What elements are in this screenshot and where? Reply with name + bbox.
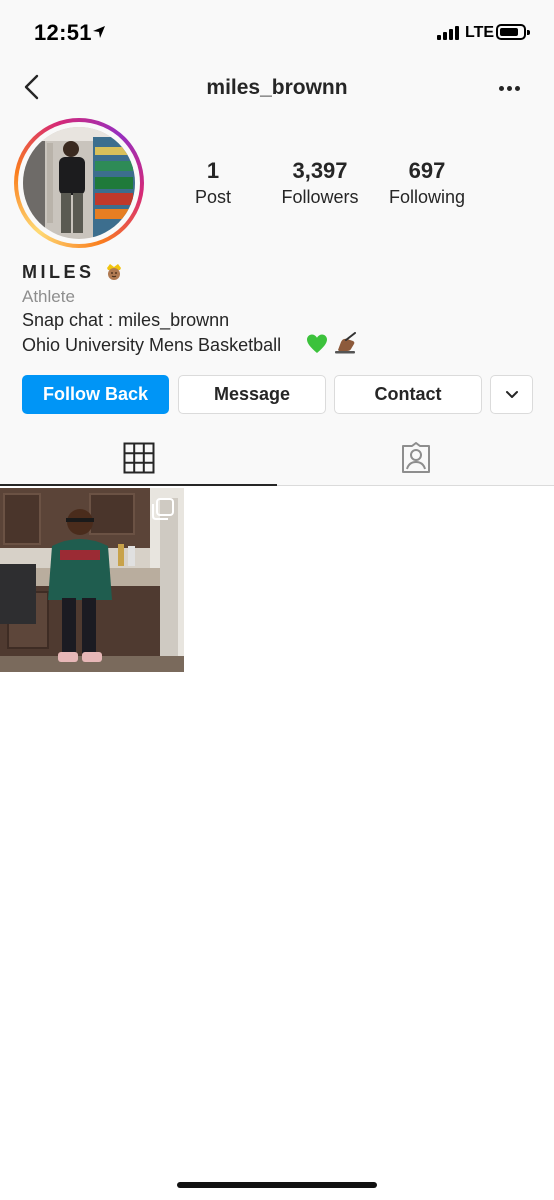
profile-username: miles_brownn bbox=[206, 76, 348, 99]
posts-count: 1 bbox=[206, 158, 220, 183]
following-label: Following bbox=[388, 187, 466, 207]
profile-category: Athlete bbox=[22, 287, 75, 306]
status-time: 12:51 bbox=[34, 20, 92, 45]
tagged-person-icon bbox=[401, 442, 430, 473]
writing-hand-emoji-icon bbox=[335, 332, 356, 354]
multiple-posts-icon bbox=[152, 498, 174, 520]
stat-following[interactable]: 697 Following bbox=[382, 158, 472, 208]
follow-back-button[interactable]: Follow Back bbox=[22, 375, 169, 414]
followers-count: 3,397 bbox=[292, 158, 348, 183]
suggested-accounts-button[interactable] bbox=[490, 375, 533, 414]
green-heart-emoji-icon bbox=[307, 334, 327, 353]
followers-label: Followers bbox=[281, 187, 359, 207]
contact-button[interactable]: Contact bbox=[334, 375, 482, 414]
active-tab-indicator bbox=[0, 484, 277, 486]
bio-line-snapchat: Snap chat : miles_brownn bbox=[22, 310, 230, 330]
status-bar: 12:51 LTE bbox=[0, 0, 554, 66]
cellular-signal-icon bbox=[437, 26, 461, 40]
bio-line-team: Ohio University Mens Basketball bbox=[22, 335, 282, 355]
message-button[interactable]: Message bbox=[178, 375, 326, 414]
more-options-icon[interactable] bbox=[499, 86, 523, 94]
network-type: LTE bbox=[465, 24, 495, 41]
avatar bbox=[23, 127, 135, 239]
following-count: 697 bbox=[408, 158, 446, 183]
story-ring[interactable] bbox=[14, 118, 144, 248]
stat-followers[interactable]: 3,397 Followers bbox=[274, 158, 366, 208]
grid-icon bbox=[123, 442, 154, 474]
post-thumbnail[interactable] bbox=[0, 488, 184, 672]
posts-label: Post bbox=[194, 187, 232, 207]
home-indicator bbox=[177, 1182, 377, 1188]
tab-tagged[interactable] bbox=[277, 430, 554, 486]
tab-posts-grid[interactable] bbox=[0, 430, 277, 486]
battery-icon bbox=[496, 24, 530, 40]
stat-posts: 1 Post bbox=[188, 158, 238, 208]
location-arrow-icon bbox=[93, 26, 105, 38]
prince-emoji-icon bbox=[107, 264, 121, 280]
display-name: MILES bbox=[22, 262, 95, 282]
chevron-down-icon bbox=[505, 390, 518, 398]
